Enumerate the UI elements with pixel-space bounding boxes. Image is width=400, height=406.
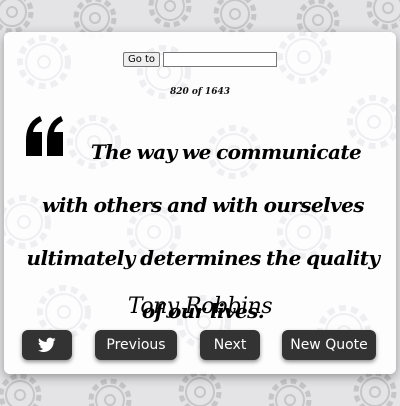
tweet-button[interactable] (22, 330, 72, 360)
quote-counter: 820 of 1643 (170, 87, 230, 97)
goto-button[interactable]: Go to (122, 52, 161, 67)
next-button[interactable]: Next (200, 330, 260, 360)
action-buttons: Previous Next New Quote (4, 330, 396, 362)
previous-button[interactable]: Previous (95, 330, 177, 360)
twitter-bird-icon (38, 337, 56, 352)
quote-author: Tony Robbins (127, 294, 273, 319)
goto-row: Go to (4, 52, 396, 67)
goto-input[interactable] (163, 52, 278, 67)
quote-card: Go to 820 of 1643 The way we communicate… (4, 32, 396, 374)
new-quote-button[interactable]: New Quote (282, 330, 376, 360)
